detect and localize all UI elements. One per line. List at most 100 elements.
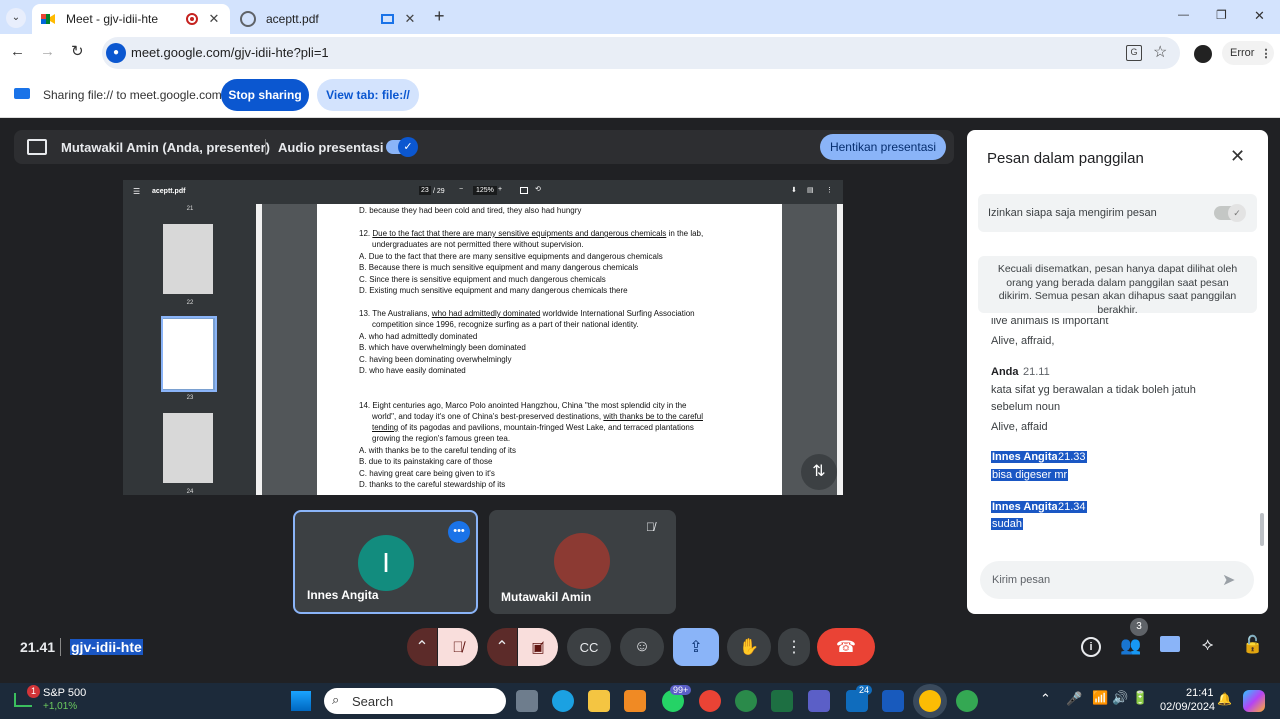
clock-time[interactable]: 21:41	[1186, 687, 1214, 699]
audio-options-button[interactable]: ⌃	[407, 628, 437, 666]
page-thumbnail[interactable]	[163, 413, 213, 483]
page-number-input[interactable]: 23	[419, 186, 431, 195]
recording-icon	[186, 13, 198, 25]
chrome-icon[interactable]	[919, 690, 941, 712]
view-tab-button[interactable]: View tab: file://	[317, 79, 419, 111]
new-tab-button[interactable]: +	[434, 6, 445, 27]
tab-meet[interactable]: Meet - gjv-idii-hte ✕	[32, 4, 230, 34]
excel-icon[interactable]	[771, 690, 793, 712]
task-view-icon[interactable]	[516, 690, 538, 712]
windows-start-icon[interactable]	[291, 691, 311, 711]
stock-name[interactable]: S&P 500	[43, 687, 86, 699]
tab-pdf[interactable]: aceptt.pdf ✕	[232, 4, 426, 34]
info-icon[interactable]: i	[1081, 637, 1101, 657]
chat-scrollbar[interactable]	[1260, 513, 1264, 546]
microphone-icon[interactable]: 🎤	[1066, 691, 1082, 707]
stop-presenting-button[interactable]: Hentikan presentasi	[820, 134, 946, 160]
thumbnail-scrollbar[interactable]	[256, 204, 262, 495]
video-options-button[interactable]: ⌃	[487, 628, 517, 666]
activities-icon[interactable]: ⟡	[1202, 635, 1213, 655]
more-options-button[interactable]: •••	[448, 521, 470, 543]
mic-off-button[interactable]: 🎙̸	[438, 628, 478, 666]
close-window-button[interactable]: ✕	[1254, 8, 1265, 24]
pdf-line: of its pagodas and pavilions, mountain-f…	[398, 423, 694, 432]
fit-page-icon[interactable]	[520, 187, 528, 194]
leave-call-button[interactable]: ☎	[817, 628, 875, 666]
swap-view-button[interactable]: ⇅	[801, 454, 837, 490]
page-total: / 29	[433, 188, 445, 195]
profile-avatar[interactable]	[1194, 45, 1212, 63]
participant-tile[interactable]: I ••• Innes Angita	[293, 510, 478, 614]
chrome-icon[interactable]	[699, 690, 721, 712]
send-icon[interactable]: ➤	[1222, 570, 1235, 590]
message-time: 21.34	[1057, 501, 1087, 513]
stop-sharing-button[interactable]: Stop sharing	[221, 79, 309, 111]
url-text: meet.google.com/gjv-idii-hte?pli=1	[131, 45, 329, 60]
pdf-scrollbar[interactable]	[837, 204, 843, 495]
pdf-line: worldwide International Surfing Associat…	[540, 309, 695, 318]
camera-off-button[interactable]: ▣̸	[518, 628, 558, 666]
app-icon[interactable]	[735, 690, 757, 712]
battery-icon[interactable]: 🔋	[1132, 690, 1148, 706]
present-now-button[interactable]: ⇪	[673, 628, 719, 666]
chat-title: Pesan dalam panggilan	[987, 150, 1144, 167]
audio-label: Audio presentasi	[278, 140, 384, 155]
people-count-badge: 3	[1130, 618, 1148, 636]
pdf-line: A. with thanks be to the careful tending…	[359, 446, 516, 455]
reload-icon[interactable]: ↻	[71, 42, 84, 60]
print-icon[interactable]: ▤	[807, 186, 814, 194]
file-explorer-icon[interactable]	[588, 690, 610, 712]
message-input[interactable]: Kirim pesan ➤	[980, 561, 1254, 599]
pdf-line: 14. Eight centuries ago, Marco Polo anoi…	[359, 401, 687, 410]
people-icon[interactable]: 👥	[1120, 636, 1141, 656]
close-tab-icon[interactable]: ✕	[206, 11, 222, 27]
page-thumbnail[interactable]	[163, 224, 213, 294]
word-icon[interactable]	[882, 690, 904, 712]
message-sender: Innes Angita	[991, 501, 1059, 513]
zoom-level[interactable]: 125%	[473, 186, 497, 195]
tab-search-button[interactable]: ⌄	[6, 8, 26, 28]
teams-icon[interactable]	[808, 690, 830, 712]
captions-button[interactable]: CC	[567, 628, 611, 666]
wifi-icon[interactable]: 📶	[1092, 690, 1108, 706]
pdf-line: in the lab,	[666, 229, 704, 238]
message-time: 21.33	[1057, 451, 1087, 463]
taskbar-search[interactable]: ⌕ Search	[324, 688, 506, 714]
zoom-out-icon[interactable]: −	[459, 186, 463, 193]
audio-toggle[interactable]: ✓	[386, 137, 418, 157]
raise-hand-button[interactable]: ✋	[727, 628, 771, 666]
allow-toggle[interactable]: ✓	[1214, 204, 1246, 222]
chat-icon[interactable]	[1160, 636, 1180, 652]
close-icon[interactable]: ✕	[1230, 146, 1245, 167]
close-tab-icon[interactable]: ✕	[402, 11, 418, 27]
pdf-underlined: Due to the fact that there are many sens…	[372, 229, 667, 238]
participant-tile[interactable]: 🎙̸ Mutawakil Amin	[489, 510, 676, 614]
forward-arrow-icon[interactable]: →	[40, 43, 55, 60]
emoji-button[interactable]: ☺	[620, 628, 664, 666]
notification-bell-icon[interactable]: 🔔	[1217, 692, 1232, 706]
address-bar[interactable]: ● meet.google.com/gjv-idii-hte?pli=1 G ☆	[102, 37, 1180, 69]
more-vert-icon[interactable]: ⋮	[826, 186, 833, 194]
store-icon[interactable]	[624, 690, 646, 712]
chrome-icon[interactable]	[956, 690, 978, 712]
show-hidden-icons[interactable]: ⌃	[1040, 691, 1051, 707]
download-icon[interactable]: ⬇	[791, 186, 797, 194]
tab-strip: ⌄ Meet - gjv-idii-hte ✕ aceptt.pdf ✕ + —…	[0, 0, 1280, 34]
more-options-button[interactable]: ⋮	[778, 628, 810, 666]
menu-icon[interactable]: ☰	[133, 187, 140, 196]
page-thumbnail[interactable]	[163, 319, 213, 389]
edge-icon[interactable]	[552, 690, 574, 712]
copilot-icon[interactable]	[1243, 690, 1265, 712]
minimize-button[interactable]: —	[1178, 9, 1189, 21]
message-text: Alive, affraid,	[991, 335, 1055, 347]
volume-icon[interactable]: 🔊	[1112, 690, 1128, 706]
host-controls-icon[interactable]: 🔓	[1242, 635, 1263, 655]
rotate-icon[interactable]: ⟲	[535, 185, 541, 193]
profile-error-chip[interactable]: Error ⋮	[1222, 41, 1274, 65]
translate-icon[interactable]: G	[1126, 45, 1142, 61]
maximize-button[interactable]: ❐	[1216, 8, 1227, 22]
clock-date[interactable]: 02/09/2024	[1160, 701, 1215, 713]
zoom-in-icon[interactable]: +	[498, 186, 502, 193]
bookmark-star-icon[interactable]: ☆	[1153, 42, 1167, 62]
back-arrow-icon[interactable]: ←	[10, 43, 25, 60]
